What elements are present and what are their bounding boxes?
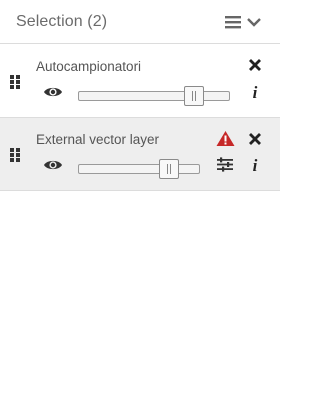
remove-layer-icon[interactable]: [248, 58, 262, 72]
layer-name: External vector layer: [36, 132, 160, 147]
opacity-slider[interactable]: [78, 159, 200, 179]
info-icon[interactable]: i: [249, 84, 261, 102]
layer-row-autocampionatori[interactable]: Autocampionatori i: [0, 45, 280, 118]
layer-row-external-vector-layer[interactable]: External vector layer i: [0, 118, 280, 191]
remove-layer-icon[interactable]: [248, 132, 262, 146]
eye-icon[interactable]: [43, 158, 63, 172]
eye-icon[interactable]: [43, 85, 63, 99]
drag-handle-icon[interactable]: [9, 147, 21, 163]
drag-handle-icon[interactable]: [9, 74, 21, 90]
panel-title: Selection (2): [16, 13, 108, 30]
warning-icon[interactable]: [216, 130, 235, 147]
opacity-slider-thumb[interactable]: [184, 86, 204, 106]
layer-settings-icon[interactable]: [216, 157, 234, 172]
info-icon[interactable]: i: [249, 157, 261, 175]
opacity-slider-thumb[interactable]: [159, 159, 179, 179]
panel-menu-button[interactable]: [224, 12, 266, 32]
chevron-down-icon: [247, 18, 261, 27]
selection-panel-header: Selection (2): [0, 0, 280, 44]
hamburger-icon: [225, 16, 241, 29]
opacity-slider[interactable]: [78, 86, 230, 106]
layer-name: Autocampionatori: [36, 59, 142, 74]
